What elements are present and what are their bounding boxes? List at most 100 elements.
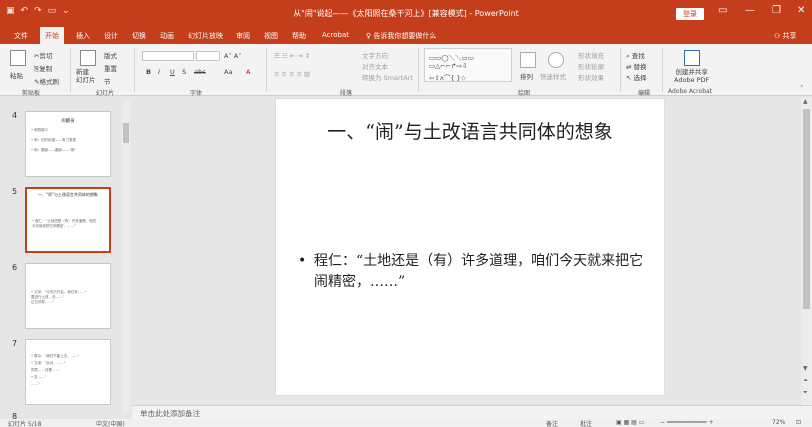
thumb-line: • 张……" <box>31 375 47 379</box>
format-painter-button[interactable]: ✎格式刷 <box>34 76 59 86</box>
maximize-button[interactable]: ❐ <box>772 5 781 16</box>
tab-help[interactable]: 帮助 <box>292 31 306 41</box>
tab-insert[interactable]: 插入 <box>76 31 90 41</box>
convert-smartart-button[interactable]: 转换为 SmartArt <box>362 72 413 82</box>
tab-animations[interactable]: 动画 <box>160 31 174 41</box>
comments-button[interactable]: 批注 <box>580 419 592 427</box>
group-separator <box>620 48 621 92</box>
create-share-pdf-button[interactable]: 创建并共享 Adobe PDF <box>674 68 709 84</box>
pdf-icon[interactable] <box>684 50 700 66</box>
align-text-button[interactable]: 对齐文本 <box>362 61 388 71</box>
font-group-label: 字体 <box>190 90 203 97</box>
thumb-line: • 闹：旧时用语——有力表现 <box>31 138 77 142</box>
tell-me-search[interactable]: ♀ 告诉我你想要做什么 <box>366 31 436 41</box>
slide-thumbnail-7[interactable]: • 群众："我们不能上去，……" • 文采："反对，……" 同意……还是…… •… <box>25 339 111 405</box>
slide-thumbnail-5[interactable]: 一、"闹"与土改语言共同体的想象 • 程仁："土地还是（有）许多道理，咱们 今天… <box>25 187 111 253</box>
cut-button[interactable]: ✂剪切 <box>34 50 52 60</box>
slide-scrollbar[interactable]: ▲ ▼ ⏶ ⏷ <box>801 97 812 407</box>
current-slide[interactable]: 一、“闹”与土改语言共同体的想象 • 程仁：“土地还是（有）许多道理，咱们今天就… <box>276 99 664 395</box>
shape-effects-button[interactable]: 形状效果 <box>578 72 604 82</box>
find-label: 查找 <box>631 52 645 60</box>
thumb-line: • 群众："我们不能上去，……" <box>31 354 80 358</box>
tab-file[interactable]: 文件 <box>14 31 28 41</box>
group-separator <box>134 48 135 92</box>
tab-view[interactable]: 视图 <box>264 31 278 41</box>
thumbnail-scrollbar[interactable] <box>122 101 130 413</box>
shadow-button[interactable]: S <box>182 68 186 76</box>
tab-review[interactable]: 审阅 <box>236 31 250 41</box>
shape-outline-button[interactable]: 形状轮廓 <box>578 61 604 71</box>
notes-pane[interactable]: 单击此处添加备注 <box>132 405 812 419</box>
zoom-level[interactable]: 72% <box>772 419 785 426</box>
layout-button[interactable]: 版式 <box>104 50 117 60</box>
copy-button[interactable]: ⎘复制 <box>34 63 52 74</box>
section-button[interactable]: 节 <box>104 76 111 86</box>
shapes-row-1: ▭▭◯＼＼▭▭ <box>429 54 474 62</box>
arrange-icon[interactable] <box>520 52 536 68</box>
language-indicator[interactable]: 中文(中国) <box>96 419 125 427</box>
scroll-down-icon[interactable]: ▼ <box>803 365 808 372</box>
ribbon-display-icon[interactable]: ▭ <box>718 5 727 16</box>
tab-transitions[interactable]: 切换 <box>132 31 146 41</box>
view-buttons[interactable]: ▣ ▦ ▤ ▭ <box>616 419 644 426</box>
font-name-combobox[interactable] <box>142 51 194 61</box>
quick-styles-button[interactable]: 快速样式 <box>540 71 566 81</box>
select-icon: ↖ <box>626 74 634 82</box>
tab-acrobat[interactable]: Acrobat <box>322 31 349 39</box>
font-size-combobox[interactable] <box>196 51 220 61</box>
reset-button[interactable]: 重置 <box>104 63 117 73</box>
slide-thumbnail-4[interactable]: 闹翻身 • 闹的释义 • 闹：旧时用语——有力表现 • 闹：翻身——翻身——"闹… <box>25 111 111 177</box>
next-slide-icon[interactable]: ⏷ <box>803 389 808 397</box>
thumb-line: • 闹：翻身——翻身——"闹" <box>31 148 76 152</box>
replace-button[interactable]: ⇄ 替换 <box>626 61 647 71</box>
text-direction-button[interactable]: 文字方向 <box>362 50 388 60</box>
thumbnail-scroll-thumb[interactable] <box>123 123 129 143</box>
slide-title[interactable]: 一、“闹”与土改语言共同体的想象 <box>276 119 664 145</box>
arrange-button[interactable]: 排列 <box>520 71 533 81</box>
strikethrough-button[interactable]: abc <box>194 68 206 76</box>
ribbon-home: 粘贴 ✂剪切 ⎘复制 ✎格式刷 剪贴板 新建 幻灯片 版式 重置 节 幻灯片 A… <box>0 44 812 97</box>
select-label: 选择 <box>633 74 647 82</box>
paste-button[interactable]: 粘贴 <box>10 70 23 80</box>
collapse-ribbon-icon[interactable]: ˄ <box>800 84 803 92</box>
new-slide-button[interactable]: 新建 幻灯片 <box>76 68 96 84</box>
paste-icon[interactable] <box>10 50 26 66</box>
slide-scroll-thumb[interactable] <box>803 109 810 309</box>
copy-label: 复制 <box>39 65 53 73</box>
slide-thumbnail-6[interactable]: • 文采："今天已开会，我们来……" 要进行土改，但……" 过去领导……" <box>25 263 111 329</box>
thumb-line: ……" <box>31 382 40 386</box>
align-icons[interactable]: ≡ ≡ ≡ ≡ ▥ <box>274 70 310 78</box>
shapes-gallery[interactable]: ▭▭◯＼＼▭▭ ▭△⌐⌐↱⇨⇩ ⇦⇧ʌ⌒{ }☆ <box>424 48 512 82</box>
notes-button[interactable]: 备注 <box>546 419 558 427</box>
slide-title-text: 一、“闹”与土改语言共同体的想象 <box>327 121 613 143</box>
change-case-button[interactable]: Aa <box>224 68 232 76</box>
login-button[interactable]: 登录 <box>676 8 704 20</box>
bullets-icon[interactable]: ☰ ☷ ⇤ ⇥ ↕ <box>274 52 310 60</box>
drawing-group-label: 绘图 <box>518 90 531 97</box>
minimize-button[interactable]: — <box>745 5 755 16</box>
font-color-icon[interactable]: A <box>246 68 250 76</box>
share-button[interactable]: ⚇ 共享 <box>774 31 797 41</box>
grow-font-icon[interactable]: A˄ A˅ <box>224 52 241 60</box>
shape-fill-button[interactable]: 形状填充 <box>578 50 604 60</box>
prev-slide-icon[interactable]: ⏶ <box>803 377 808 385</box>
tab-design[interactable]: 设计 <box>104 31 118 41</box>
zoom-slider[interactable]: − ━━━━━━━━━━━ + <box>660 419 714 426</box>
thumb-number: 7 <box>12 339 18 348</box>
find-button[interactable]: ⌕ 查找 <box>626 50 645 61</box>
slide-bullet-text: 程仁：“土地还是（有）许多道理，咱们今天就来把它闹精密，……” <box>314 253 644 290</box>
italic-button[interactable]: I <box>158 68 160 76</box>
bold-button[interactable]: B <box>146 68 151 76</box>
quick-styles-icon[interactable] <box>548 52 564 68</box>
underline-button[interactable]: U <box>170 68 175 76</box>
select-button[interactable]: ↖ 选择 <box>626 72 647 82</box>
scroll-up-icon[interactable]: ▲ <box>803 98 808 105</box>
fit-slide-icon[interactable]: ⊡ <box>796 419 801 426</box>
tell-me-label: 告诉我你想要做什么 <box>373 32 437 40</box>
group-separator <box>266 48 267 92</box>
tab-home[interactable]: 开始 <box>40 27 64 44</box>
tab-slideshow[interactable]: 幻灯片放映 <box>188 31 223 41</box>
close-button[interactable]: ✕ <box>797 5 805 16</box>
new-slide-icon[interactable] <box>80 50 96 66</box>
slide-content[interactable]: • 程仁：“土地还是（有）许多道理，咱们今天就来把它闹精密，……” <box>298 251 648 293</box>
